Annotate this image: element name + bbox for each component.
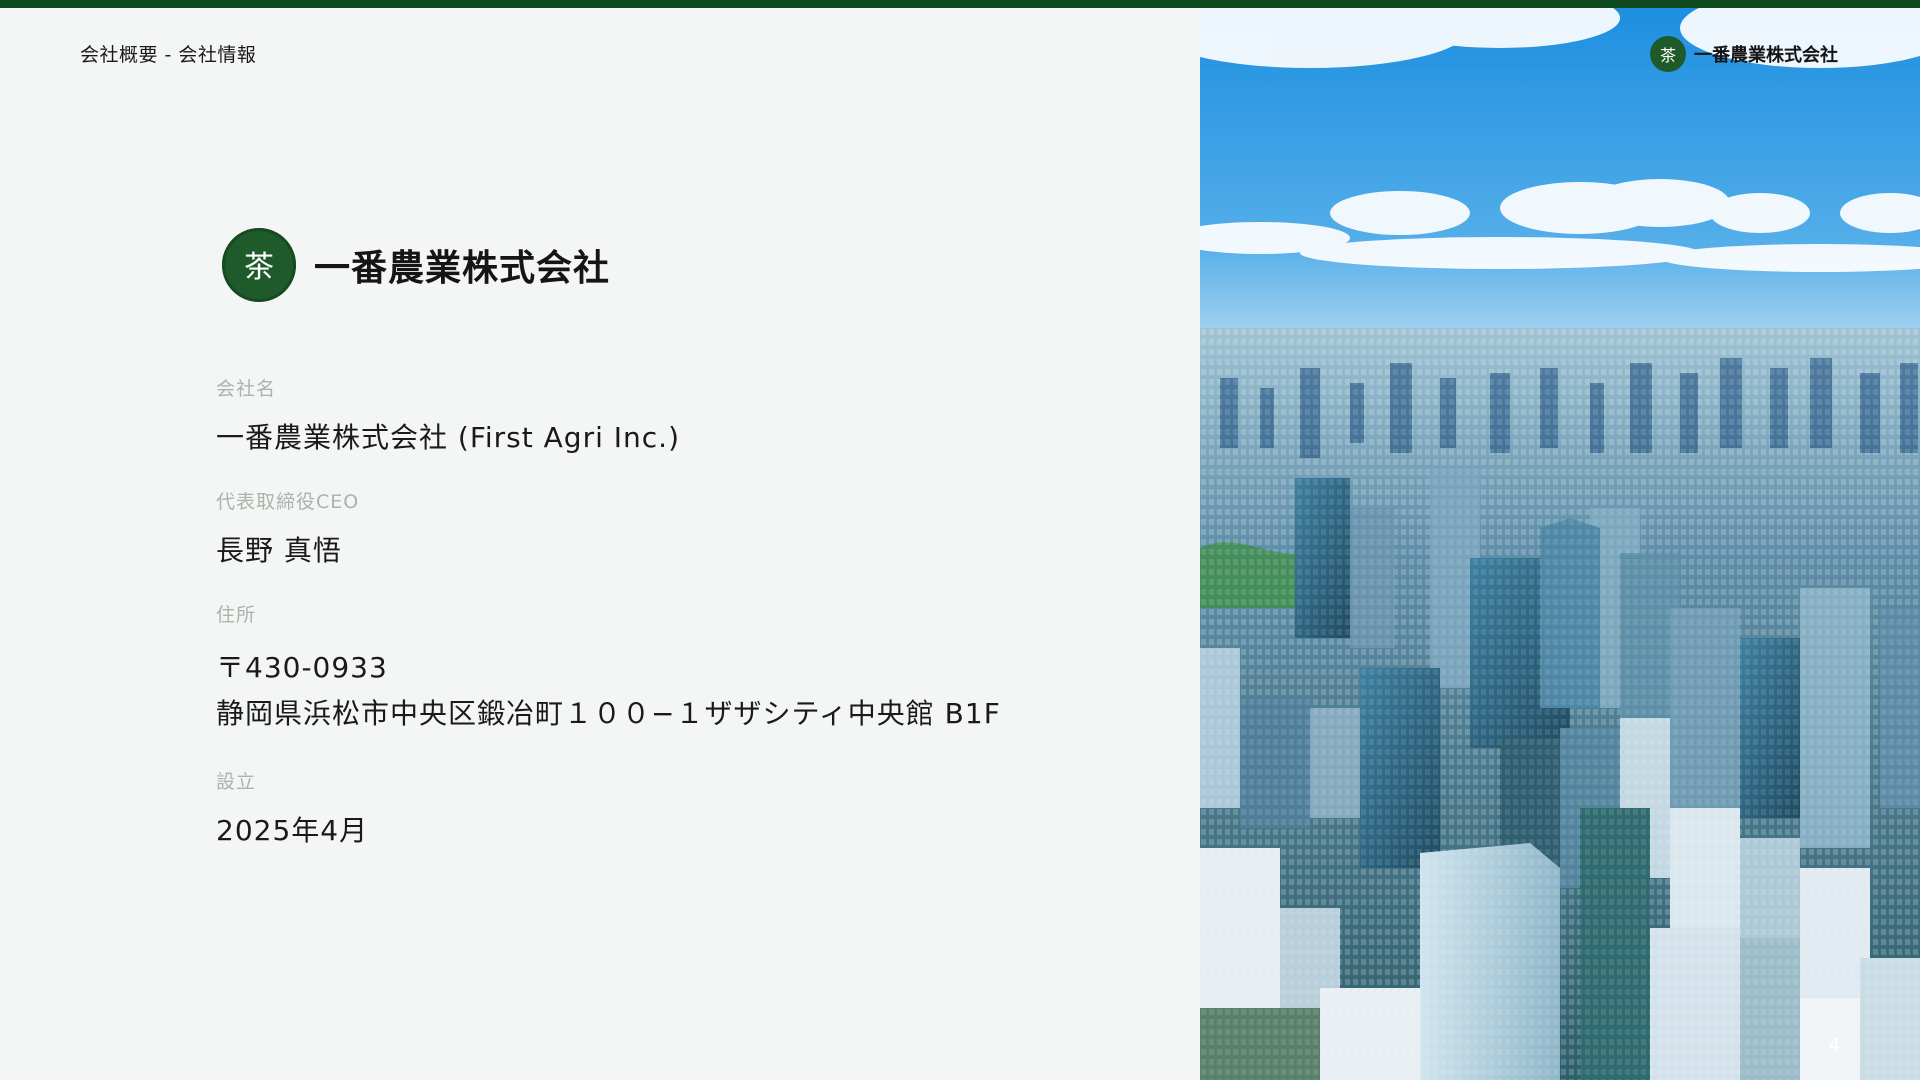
breadcrumb: 会社概要 - 会社情報 <box>80 44 257 66</box>
field-label: 会社名 <box>216 378 277 400</box>
field-value: 2025年4月 <box>216 814 369 847</box>
city-skyline-illustration <box>1200 8 1920 1080</box>
field-label: 住所 <box>216 604 257 626</box>
top-accent-bar <box>0 0 1920 8</box>
city-skyline-image: 茶 一番農業株式会社 4 <box>1200 8 1920 1080</box>
field-value: 一番農業株式会社 (First Agri Inc.) <box>216 421 680 454</box>
header-logo: 茶 一番農業株式会社 <box>1650 36 1838 72</box>
page-number: 4 <box>1828 1035 1840 1056</box>
tea-seal-icon: 茶 <box>222 228 296 302</box>
company-logo: 茶 一番農業株式会社 <box>222 228 610 302</box>
field-value-postal: 〒430-0933 <box>216 651 388 684</box>
field-label: 代表取締役CEO <box>216 491 360 513</box>
field-value-address: 静岡県浜松市中央区鍛冶町１００−１ザザシティ中央館 B1F <box>216 697 1001 730</box>
header-wordmark: 一番農業株式会社 <box>1694 45 1838 66</box>
field-ceo: 代表取締役CEO 長野 真悟 <box>216 487 359 574</box>
tea-seal-icon: 茶 <box>1650 36 1686 72</box>
field-value: 長野 真悟 <box>216 534 342 567</box>
field-established: 設立 2025年4月 <box>216 767 368 854</box>
field-address: 住所 〒430-0933 静岡県浜松市中央区鍛冶町１００−１ザザシティ中央館 B… <box>216 600 1001 737</box>
info-panel <box>0 8 1200 1080</box>
field-label: 設立 <box>216 771 257 793</box>
field-company-name: 会社名 一番農業株式会社 (First Agri Inc.) <box>216 374 680 461</box>
company-wordmark: 一番農業株式会社 <box>314 247 611 289</box>
